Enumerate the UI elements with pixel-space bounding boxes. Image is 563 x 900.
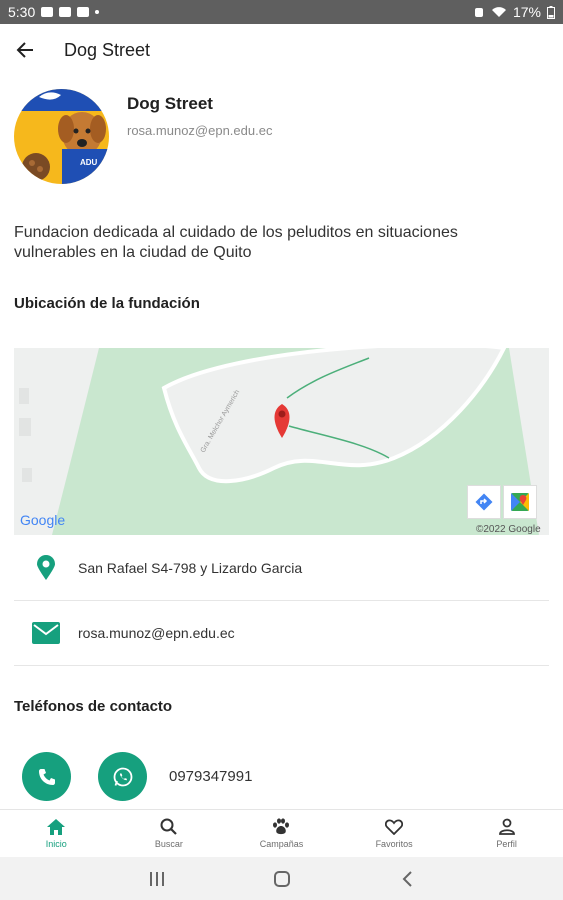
more-notifications-icon <box>95 10 100 14</box>
nav-label-campanas: Campañas <box>259 839 304 849</box>
image-icon <box>59 7 72 17</box>
phone-icon <box>38 768 55 785</box>
phone-number: 0979347991 <box>169 768 253 785</box>
phones-section-title: Teléfonos de contacto <box>14 698 173 715</box>
avatar: ADU <box>14 89 109 184</box>
divider <box>14 600 549 601</box>
nav-item-favoritos[interactable]: Favoritos <box>338 810 451 857</box>
recent-apps-button[interactable] <box>142 864 172 894</box>
email-row[interactable]: rosa.munoz@epn.edu.ec <box>14 605 549 661</box>
directions-icon <box>475 493 493 511</box>
home-icon <box>47 818 66 835</box>
home-button[interactable] <box>267 864 297 894</box>
nav-label-buscar: Buscar <box>154 839 183 849</box>
search-icon <box>160 818 178 835</box>
bottom-navigation: Inicio Buscar Campañas Favoritos Perfil <box>0 809 563 857</box>
google-maps-icon <box>511 493 529 511</box>
recent-apps-icon <box>149 871 164 886</box>
page-title: Dog Street <box>64 39 151 60</box>
battery-icon <box>547 5 555 19</box>
divider <box>14 665 549 666</box>
google-logo: Google <box>20 512 65 528</box>
youtube-icon <box>77 7 90 17</box>
nav-item-perfil[interactable]: Perfil <box>450 810 563 857</box>
whatsapp-icon <box>113 767 132 786</box>
status-time: 5:30 <box>8 4 36 20</box>
back-button[interactable] <box>0 24 50 76</box>
mail-icon <box>32 622 60 644</box>
battery-percent: 17% <box>512 4 541 20</box>
notification-icon <box>41 7 54 17</box>
arrow-back-icon <box>16 42 33 58</box>
nav-item-campanas[interactable]: Campañas <box>225 810 338 857</box>
nav-label-perfil: Perfil <box>496 839 517 849</box>
nav-label-inicio: Inicio <box>45 838 67 849</box>
nav-item-buscar[interactable]: Buscar <box>113 810 226 857</box>
address-row[interactable]: San Rafael S4-798 y Lizardo Garcia <box>14 540 549 596</box>
whatsapp-button[interactable] <box>98 752 147 801</box>
heart-icon <box>385 818 404 835</box>
email-text: rosa.munoz@epn.edu.ec <box>78 625 235 641</box>
address-text: San Rafael S4-798 y Lizardo Garcia <box>78 560 303 576</box>
nav-item-inicio[interactable]: Inicio <box>0 810 113 857</box>
chevron-left-icon <box>402 870 412 887</box>
profile-email: rosa.munoz@epn.edu.ec <box>127 123 273 138</box>
system-back-button[interactable] <box>392 864 422 894</box>
profile-name: Dog Street <box>127 94 213 113</box>
wifi-icon <box>491 7 506 17</box>
map-copyright: ©2022 Google <box>476 524 541 535</box>
system-navigation-bar <box>0 857 563 900</box>
location-map[interactable]: Gra. Melchor Aymerich Google ©2022 Googl… <box>14 348 549 535</box>
app-bar: Dog Street <box>0 24 563 76</box>
paw-icon <box>273 818 290 835</box>
foundation-description: Fundacion dedicada al cuidado de los pel… <box>14 224 458 261</box>
location-section-title: Ubicación de la fundación <box>14 295 200 312</box>
status-bar: 5:30 17% <box>0 0 563 24</box>
nav-label-favoritos: Favoritos <box>375 838 413 849</box>
open-in-maps-button[interactable] <box>503 485 537 519</box>
home-square-icon <box>273 870 290 887</box>
alarm-icon <box>474 8 483 17</box>
call-button[interactable] <box>22 752 71 801</box>
directions-button[interactable] <box>467 485 501 519</box>
person-icon <box>498 818 515 835</box>
avatar-brand-text: ADU <box>80 158 98 167</box>
location-pin-icon <box>37 555 55 580</box>
